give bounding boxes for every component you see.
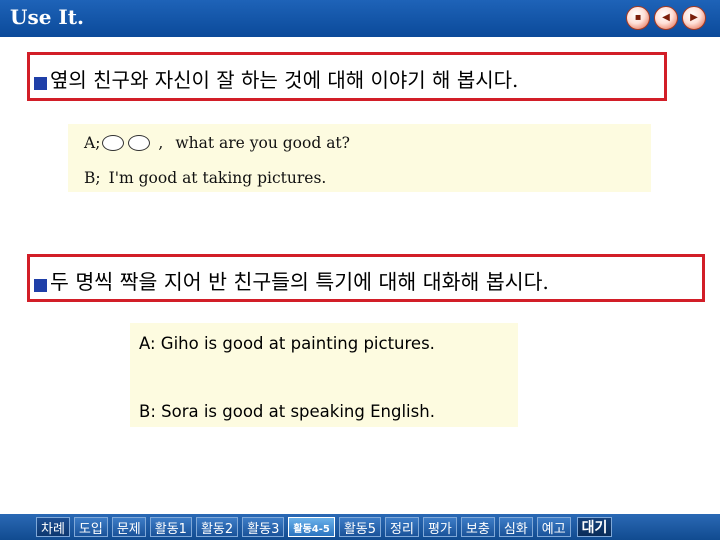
bullet-square-icon: [34, 77, 47, 90]
nav-advanced[interactable]: 심화: [498, 517, 533, 537]
instruction-text-1: 옆의 친구와 자신이 잘 하는 것에 대해 이야기 해 봅시다.: [50, 68, 519, 92]
back-icon[interactable]: ◀: [654, 6, 678, 30]
instruction-text-2: 두 명씩 짝을 지어 반 친구들의 특기에 대해 대화해 봅시다.: [50, 270, 549, 294]
nav-evaluation[interactable]: 평가: [422, 517, 457, 537]
dialog2-line-b: B: Sora is good at speaking English.: [139, 402, 435, 421]
instruction-box-2: 두 명씩 짝을 지어 반 친구들의 특기에 대해 대화해 봅시다.: [27, 254, 705, 302]
nav-activity-1[interactable]: 활동1: [149, 517, 192, 537]
comma: ,: [158, 134, 164, 152]
name-blanks: [102, 135, 151, 151]
home-icon[interactable]: ▪: [626, 6, 650, 30]
answer-text: I'm good at taking pictures.: [108, 169, 327, 187]
forward-glyph: ▶: [690, 12, 698, 23]
dialog1-line-b: B; I'm good at taking pictures.: [84, 169, 326, 187]
bottom-nav-bar: 차례 도입 문제 활동1 활동2 활동3 활동4-5 활동5 정리 평가 보충 …: [0, 514, 720, 540]
nav-activity-3[interactable]: 활동3: [242, 517, 285, 537]
nav-summary[interactable]: 정리: [385, 517, 419, 537]
nav-standby[interactable]: 대기: [576, 517, 613, 537]
dialog-box-2: A: Giho is good at painting pictures. B:…: [130, 323, 518, 427]
nav-preview[interactable]: 예고: [536, 517, 571, 537]
dialog-box-1: A; , what are you good at? B; I'm good at…: [68, 124, 651, 192]
speaker-b: B;: [84, 169, 101, 187]
blank-oval-2: [128, 135, 151, 151]
top-banner: Use It. ▪ ◀ ▶: [0, 0, 720, 37]
nav-activity-5[interactable]: 활동5: [338, 517, 382, 537]
question-text: what are you good at?: [175, 134, 350, 152]
speaker-a: A;: [84, 134, 101, 152]
dialog1-line-a: A; , what are you good at?: [84, 134, 350, 152]
forward-icon[interactable]: ▶: [682, 6, 706, 30]
nav-problem[interactable]: 문제: [111, 517, 146, 537]
nav-activity-2[interactable]: 활동2: [195, 517, 239, 537]
home-glyph: ▪: [634, 12, 642, 23]
nav-contents[interactable]: 차례: [36, 517, 70, 537]
dialog2-line-a: A: Giho is good at painting pictures.: [139, 334, 435, 353]
page-title: Use It.: [10, 5, 84, 29]
nav-supplement[interactable]: 보충: [460, 517, 495, 537]
nav-buttons: ▪ ◀ ▶: [626, 6, 706, 30]
blank-oval-1: [102, 135, 125, 151]
nav-activity-4-5[interactable]: 활동4-5: [288, 517, 335, 537]
nav-intro[interactable]: 도입: [73, 517, 108, 537]
bullet-square-icon: [34, 279, 47, 292]
instruction-box-1: 옆의 친구와 자신이 잘 하는 것에 대해 이야기 해 봅시다.: [27, 52, 667, 101]
back-glyph: ◀: [662, 12, 670, 23]
